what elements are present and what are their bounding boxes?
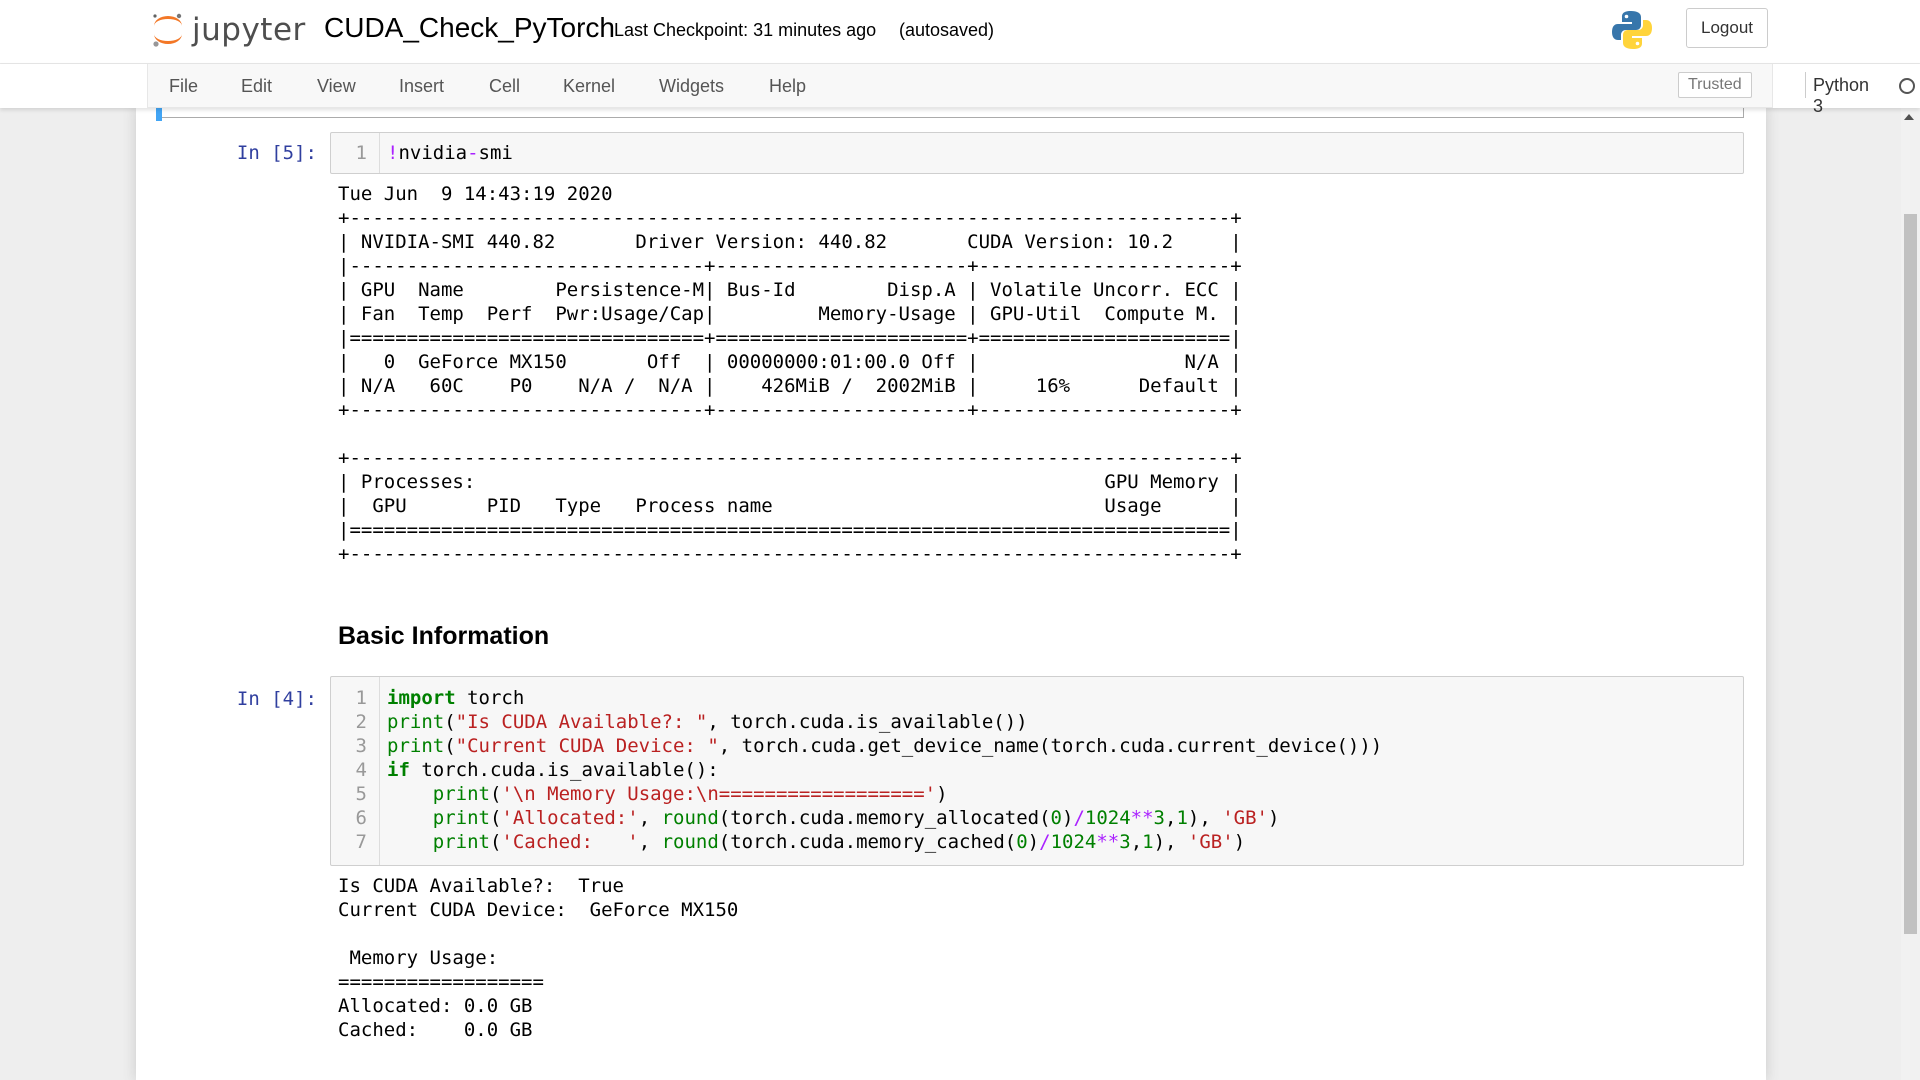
menu-cell[interactable]: Cell xyxy=(489,76,520,97)
notebook-name[interactable]: CUDA_Check_PyTorch xyxy=(324,12,615,44)
code-line: import torch xyxy=(387,687,525,709)
line-number: 1 xyxy=(355,142,367,164)
code-line: print('Allocated:', round(torch.cuda.mem… xyxy=(432,807,1280,829)
line-number: 6 xyxy=(355,807,367,829)
notebook-header: jupyter CUDA_Check_PyTorch Last Checkpoi… xyxy=(0,0,1920,64)
notebook-container: In [5]: 1 !nvidia-smi Tue Jun 9 14:43:19… xyxy=(136,108,1766,1080)
line-number-gutter: 1 xyxy=(331,133,380,173)
code-cell-info[interactable]: 1 2 3 4 5 6 7 import torch print("Is CUD… xyxy=(330,676,1744,866)
scroll-up-arrow-icon[interactable] xyxy=(1904,114,1914,120)
jupyter-logo[interactable]: jupyter xyxy=(150,8,306,52)
scrollbar-thumb[interactable] xyxy=(1904,214,1917,934)
code-line: print("Is CUDA Available?: ", torch.cuda… xyxy=(387,711,1028,733)
last-checkpoint-status: Last Checkpoint: 31 minutes ago xyxy=(614,20,877,40)
code-line: print("Current CUDA Device: ", torch.cud… xyxy=(387,735,1383,757)
jupyter-logo-icon xyxy=(153,13,182,47)
menubar-container: File Edit View Insert Cell Kernel Widget… xyxy=(0,64,1920,116)
code-line: !nvidia-smi xyxy=(387,142,513,164)
logout-button[interactable]: Logout xyxy=(1686,8,1768,48)
markdown-heading: Basic Information xyxy=(338,622,550,650)
cell-output-info: Is CUDA Available?: True Current CUDA De… xyxy=(338,875,739,1041)
kernel-separator xyxy=(1805,72,1806,98)
line-number: 1 xyxy=(355,687,367,709)
code-line: print('Cached: ', round(torch.cuda.memor… xyxy=(432,831,1246,853)
line-number-gutter: 1 2 3 4 5 6 7 xyxy=(331,677,380,865)
menu-view[interactable]: View xyxy=(317,76,356,97)
menu-file[interactable]: File xyxy=(169,76,198,97)
line-number: 7 xyxy=(355,831,367,853)
menu-widgets[interactable]: Widgets xyxy=(659,76,724,97)
code-line: print('\n Memory Usage:\n===============… xyxy=(432,783,948,805)
menu-insert[interactable]: Insert xyxy=(399,76,444,97)
cell-prompt-info: In [4]: xyxy=(236,688,317,710)
autosave-status: (autosaved) xyxy=(899,20,995,40)
code-line: if torch.cuda.is_available(): xyxy=(387,759,719,781)
kernel-name: Python 3 xyxy=(1813,75,1870,116)
menubar: File Edit View Insert Cell Kernel Widget… xyxy=(147,64,1915,116)
selected-cell-indicator xyxy=(156,108,162,121)
trusted-notebook-indicator[interactable]: Trusted xyxy=(1678,72,1752,98)
cell-prompt-smi: In [5]: xyxy=(236,142,317,164)
line-number: 5 xyxy=(355,783,367,805)
menu-kernel[interactable]: Kernel xyxy=(563,76,615,97)
menu-help[interactable]: Help xyxy=(769,76,806,97)
kernel-idle-icon xyxy=(1899,78,1915,94)
cell-output-smi: Tue Jun 9 14:43:19 2020 +---------------… xyxy=(338,183,1242,565)
line-number: 3 xyxy=(355,735,367,757)
line-number: 2 xyxy=(355,711,367,733)
jupyter-logo-text: jupyter xyxy=(192,12,306,48)
previous-cell-edge[interactable] xyxy=(156,108,1744,118)
python-logo-icon xyxy=(1612,11,1652,49)
code-cell-smi[interactable]: 1 !nvidia-smi xyxy=(330,132,1744,174)
menu-edit[interactable]: Edit xyxy=(241,76,272,97)
line-number: 4 xyxy=(355,759,367,781)
